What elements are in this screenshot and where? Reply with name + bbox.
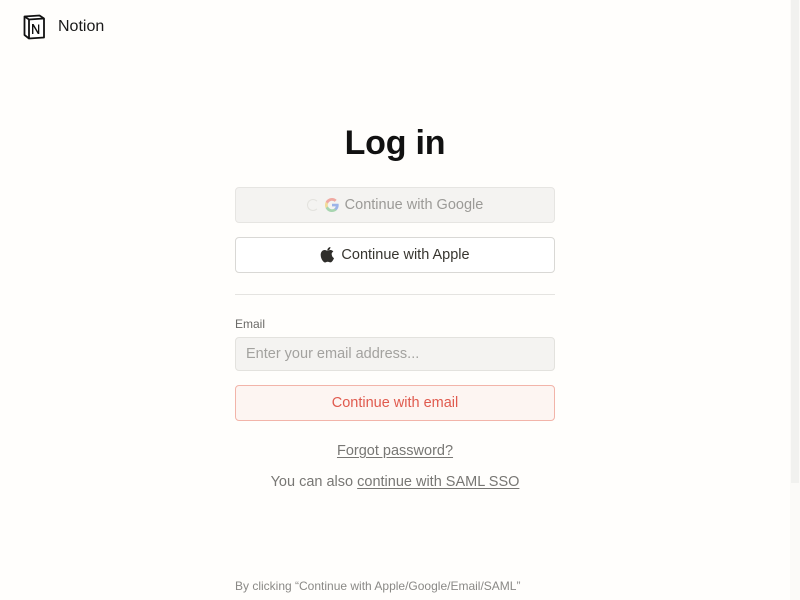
google-icon bbox=[324, 198, 339, 212]
continue-with-google-button[interactable]: Continue with Google bbox=[235, 187, 555, 223]
email-button-label: Continue with email bbox=[331, 395, 459, 411]
scrollbar-thumb[interactable] bbox=[791, 0, 799, 483]
continue-with-email-button[interactable]: Continue with email bbox=[235, 385, 555, 421]
login-page: Notion Log in Continue with Google Conti… bbox=[0, 0, 800, 600]
brand-home-link[interactable]: Notion bbox=[20, 13, 104, 41]
email-field[interactable] bbox=[235, 337, 555, 371]
saml-prefix: You can also bbox=[270, 474, 354, 490]
terms-text: By clicking “Continue with Apple/Google/… bbox=[235, 579, 521, 593]
notion-logo-icon bbox=[23, 14, 45, 40]
apple-button-label: Continue with Apple bbox=[341, 247, 470, 263]
page-title: Log in bbox=[344, 124, 446, 162]
loading-spinner-icon bbox=[306, 199, 319, 211]
continue-with-apple-button[interactable]: Continue with Apple bbox=[235, 237, 555, 273]
forgot-password-row: Forgot password? bbox=[235, 443, 555, 459]
saml-row: You can also continue with SAML SSO bbox=[235, 474, 555, 490]
apple-icon bbox=[321, 247, 335, 263]
email-label: Email bbox=[235, 317, 266, 331]
brand-name: Notion bbox=[58, 18, 105, 35]
forgot-password-link[interactable]: Forgot password? bbox=[337, 443, 453, 459]
google-button-label: Continue with Google bbox=[344, 197, 484, 213]
saml-sso-link[interactable]: continue with SAML SSO bbox=[357, 474, 519, 490]
divider bbox=[235, 294, 555, 295]
scrollbar[interactable] bbox=[790, 0, 800, 600]
